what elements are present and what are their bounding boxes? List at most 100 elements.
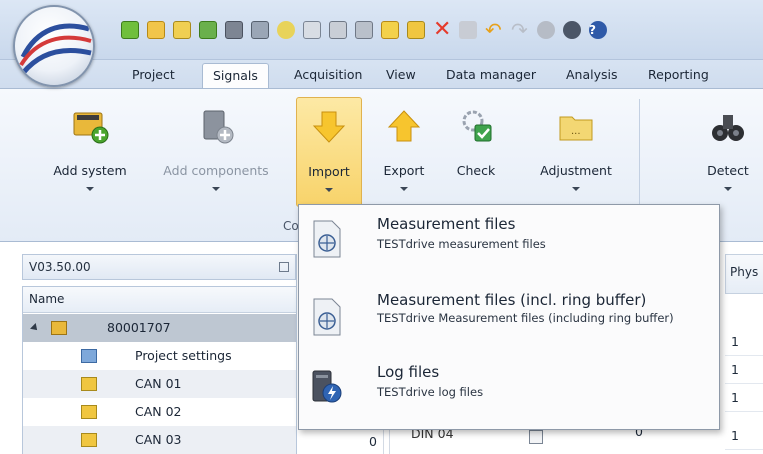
import-quick-icon[interactable] [378,18,402,42]
tab-analysis[interactable]: Analysis [556,63,628,89]
chevron-down-icon [400,187,408,191]
title-bar: ✕ ↶ ↷ ? [0,0,763,60]
grid-cell-phys[interactable]: 1 [725,422,763,450]
quick-access-toolbar: ✕ ↶ ↷ ? [118,18,610,44]
paste-special-icon[interactable] [352,18,376,42]
menu-item-title: Log files [377,363,440,381]
undo-icon[interactable]: ↶ [482,18,506,42]
detect-label: Detect [707,163,749,178]
grid-cell-phys[interactable]: 1 [725,328,763,356]
open-folder-icon[interactable] [144,18,168,42]
print-icon[interactable] [248,18,272,42]
paste-icon[interactable] [326,18,350,42]
adjustment-label: Adjustment [540,163,612,178]
svg-text:...: ... [571,126,581,137]
can-signal-icon [81,433,97,447]
edit-quick-icon[interactable] [404,18,428,42]
adjustment-folder-icon: ... [559,116,593,141]
delete-icon[interactable]: ✕ [430,18,454,42]
add-system-icon [73,112,109,144]
tab-signals[interactable]: Signals [202,63,269,89]
grid-cell-phys[interactable]: 1 [725,384,763,412]
tab-project[interactable]: Project [122,63,185,89]
adjustment-button[interactable]: ... Adjustment [524,97,628,207]
settings-card-icon [81,349,97,363]
add-system-button[interactable]: Add system [40,97,140,207]
menu-item-title: Measurement files (incl. ring buffer) [377,291,647,309]
measurement-ringbuffer-file-icon [313,298,341,336]
chevron-down-icon [212,187,220,191]
chevron-down-icon [572,187,580,191]
application-menu-orb[interactable] [13,5,95,87]
app-logo-icon [19,23,92,75]
add-components-icon [203,110,234,144]
expand-triangle-icon[interactable] [30,323,40,333]
tree-row-label: Project settings [135,348,232,363]
tree-row-system[interactable]: 80001707 [23,314,298,342]
export-button[interactable]: Export [372,97,436,207]
menu-item-log-files[interactable]: Log files TESTdrive log files [299,357,719,417]
detect-button[interactable]: Detect [696,97,760,207]
chevron-down-icon [86,187,94,191]
import-dropdown-menu: Measurement files TESTdrive measurement … [298,204,720,430]
ribbon-group-label: Co [283,219,299,233]
export-arrow-up-icon [387,110,421,142]
tab-data-manager[interactable]: Data manager [436,63,546,89]
tree-row-can01[interactable]: CAN 01 [23,370,298,398]
tree-row-label: CAN 02 [135,404,182,419]
measurement-file-icon [313,220,341,258]
chevron-down-icon [325,188,333,192]
menu-item-measurement-files-ring-buffer[interactable]: Measurement files (incl. ring buffer) TE… [299,283,719,359]
system-tree: Name 80001707 Project settings CAN 01 CA… [22,286,298,454]
add-components-button[interactable]: Add components [154,97,278,207]
redo-icon[interactable]: ↷ [508,18,532,42]
help-icon[interactable]: ? [586,18,610,42]
import-label: Import [308,164,350,179]
row-checkbox[interactable] [529,430,543,444]
copy-icon[interactable] [300,18,324,42]
menu-item-title: Measurement files [377,215,516,233]
options-icon[interactable] [560,18,584,42]
add-system-label: Add system [53,163,127,178]
tree-row-label: CAN 03 [135,432,182,447]
tab-reporting[interactable]: Reporting [638,63,719,89]
version-bar: V03.50.00 [22,254,296,280]
can-signal-icon [81,405,97,419]
save-icon[interactable] [170,18,194,42]
tree-row-label: CAN 01 [135,376,182,391]
export-label: Export [383,163,425,178]
add-components-label: Add components [163,163,269,178]
check-gear-icon [462,110,492,142]
tree-header-name[interactable]: Name [23,287,298,313]
delete-all-icon[interactable] [456,18,480,42]
settings-icon[interactable] [534,18,558,42]
check-button[interactable]: Check [448,97,504,207]
chevron-down-icon [724,187,732,191]
save-as-icon[interactable] [196,18,220,42]
menu-item-measurement-files[interactable]: Measurement files TESTdrive measurement … [299,205,719,271]
cut-icon[interactable] [274,18,298,42]
pin-icon[interactable] [279,262,289,272]
tree-row-project-settings[interactable]: Project settings [23,342,298,370]
new-project-icon[interactable] [118,18,142,42]
tree-row-can03[interactable]: CAN 03 [23,426,298,454]
binoculars-icon [712,115,744,141]
menu-item-subtitle: TESTdrive measurement files [377,237,546,251]
tree-row-label: 80001707 [107,320,171,335]
tab-view[interactable]: View [376,63,426,89]
import-button[interactable]: Import [296,97,362,207]
check-label: Check [456,163,496,178]
tree-row-can02[interactable]: CAN 02 [23,398,298,426]
import-arrow-down-icon [312,111,346,143]
row-count: 0 [369,434,377,449]
ribbon-tabs: Project Signals Acquisition View Data ma… [0,60,763,89]
menu-item-subtitle: TESTdrive Measurement files (including r… [377,311,674,325]
system-icon [51,321,67,335]
version-text: V03.50.00 [29,260,91,274]
can-signal-icon [81,377,97,391]
grid-cell-phys[interactable]: 1 [725,356,763,384]
log-file-icon [312,370,342,403]
column-header-phys[interactable]: Phys [725,254,763,294]
auto-save-icon[interactable] [222,18,246,42]
tab-acquisition[interactable]: Acquisition [284,63,372,89]
